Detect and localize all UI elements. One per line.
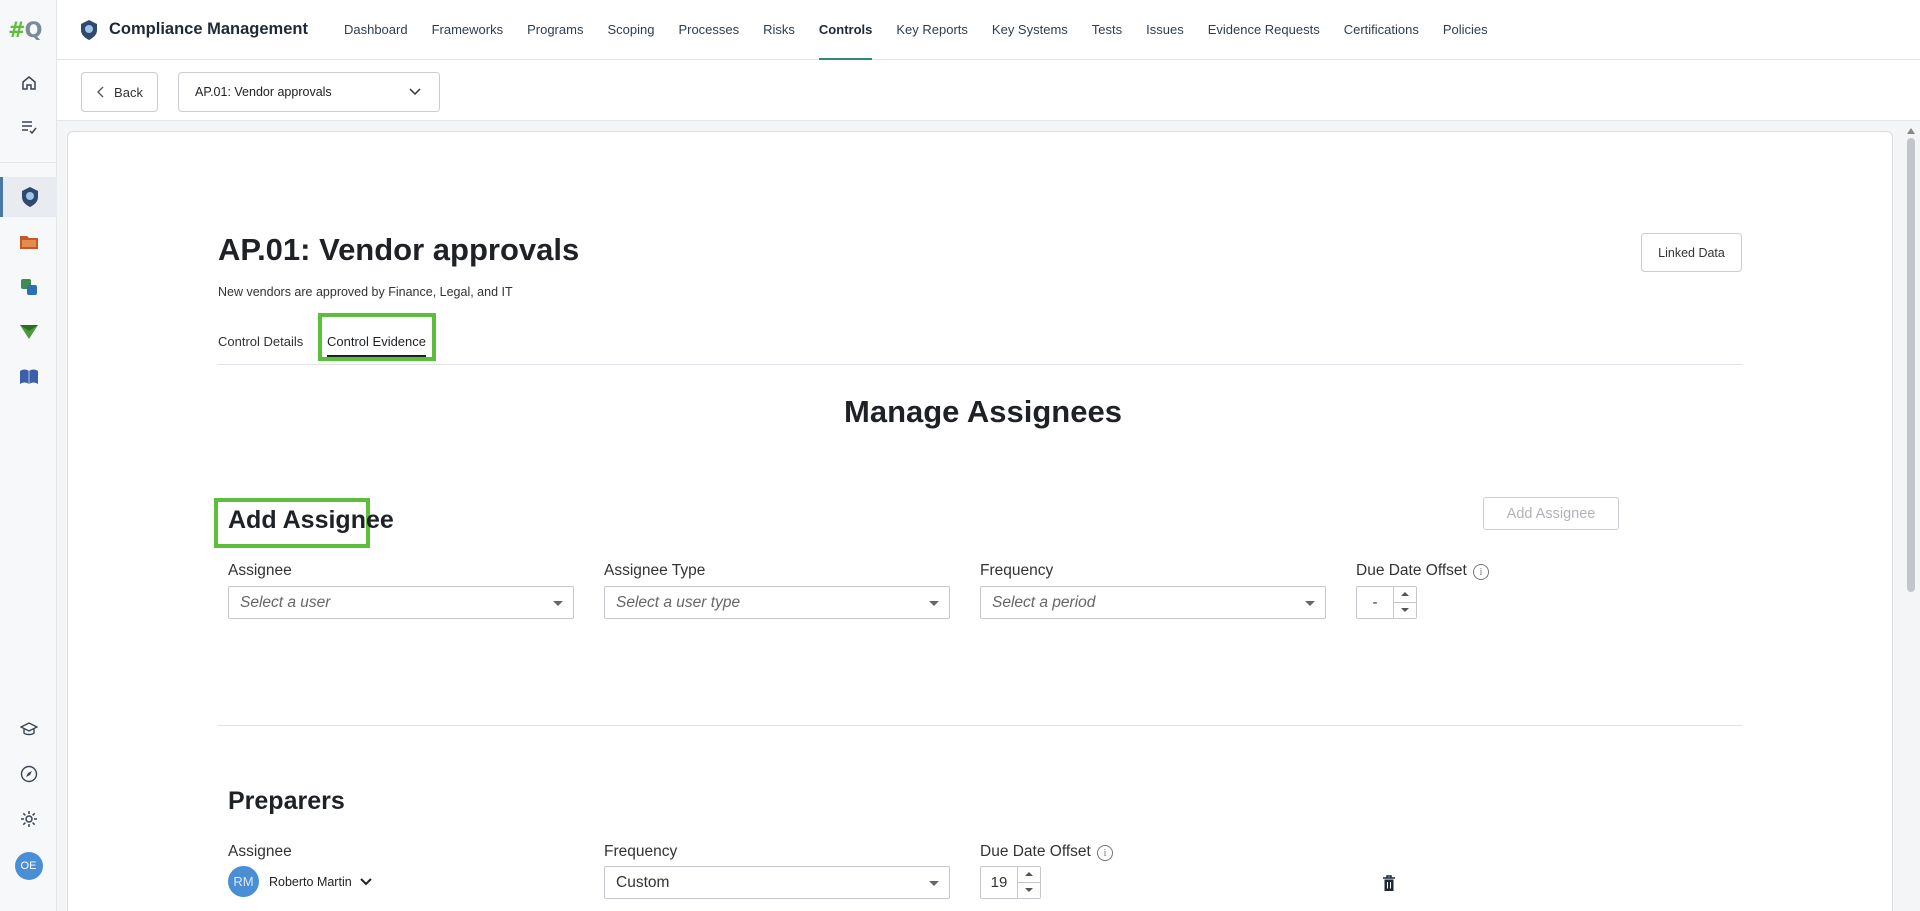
info-icon[interactable]: i <box>1473 564 1489 580</box>
info-icon[interactable]: i <box>1097 845 1113 861</box>
nav-controls[interactable]: Controls <box>818 0 873 60</box>
caret-down-icon <box>929 881 939 886</box>
nav-certifications[interactable]: Certifications <box>1344 0 1419 60</box>
scroll-up-arrow-icon[interactable] <box>1907 128 1915 134</box>
send-icon[interactable] <box>0 312 57 352</box>
nav-issues[interactable]: Issues <box>1146 0 1184 60</box>
app-title: Compliance Management <box>109 20 308 38</box>
compliance-badge-icon <box>81 19 97 40</box>
add-assignee-button[interactable]: Add Assignee <box>1483 497 1619 530</box>
stepper-down-icon[interactable] <box>1401 608 1409 612</box>
preparer-name: Roberto Martin <box>269 874 352 889</box>
compliance-badge-icon[interactable] <box>0 177 57 217</box>
nav-key-systems[interactable]: Key Systems <box>992 0 1068 60</box>
tab-highlight-box <box>318 313 436 361</box>
nav-frameworks[interactable]: Frameworks <box>432 0 504 60</box>
user-avatar[interactable]: OE <box>0 846 57 886</box>
assignee-select[interactable]: Select a user <box>228 586 574 619</box>
top-navigation: Compliance Management Dashboard Framewor… <box>57 0 1920 60</box>
stepper-up-icon[interactable] <box>1401 592 1409 596</box>
nav-risks[interactable]: Risks <box>763 0 795 60</box>
compass-icon[interactable] <box>0 754 57 794</box>
folder-icon[interactable] <box>0 222 57 262</box>
caret-down-icon <box>553 601 563 606</box>
preparers-heading: Preparers <box>228 787 345 815</box>
assignee-type-select[interactable]: Select a user type <box>604 586 950 619</box>
nav-scoping[interactable]: Scoping <box>607 0 654 60</box>
book-icon[interactable] <box>0 357 57 397</box>
delete-trash-icon[interactable] <box>1382 875 1396 892</box>
caret-down-icon <box>929 601 939 606</box>
add-assignee-heading: Add Assignee <box>228 506 394 534</box>
frequency-label: Frequency <box>980 562 1054 579</box>
stepper-down-icon[interactable] <box>1025 888 1033 892</box>
home-icon[interactable] <box>0 63 57 103</box>
learning-icon[interactable] <box>0 709 57 749</box>
settings-gear-icon[interactable] <box>0 799 57 839</box>
control-selector[interactable]: AP.01: Vendor approvals <box>178 72 440 112</box>
nav-programs[interactable]: Programs <box>527 0 583 60</box>
avatar: RM <box>228 866 259 897</box>
frequency-select[interactable]: Select a period <box>980 586 1326 619</box>
nav-dashboard[interactable]: Dashboard <box>344 0 408 60</box>
sync-icon[interactable] <box>0 267 57 307</box>
tab-control-details[interactable]: Control Details <box>218 317 303 365</box>
left-rail: #Q OE <box>0 0 57 911</box>
manage-assignees-title: Manage Assignees <box>844 394 1122 429</box>
section-divider <box>218 725 1742 726</box>
control-description: New vendors are approved by Finance, Leg… <box>218 285 513 299</box>
preparer-frequency-select[interactable]: Custom <box>604 866 950 899</box>
linked-data-button[interactable]: Linked Data <box>1641 233 1742 272</box>
back-button[interactable]: Back <box>81 72 158 112</box>
chevron-left-icon <box>97 86 104 98</box>
preparer-assignee[interactable]: RM Roberto Martin <box>228 866 372 897</box>
brand: Compliance Management <box>79 19 308 41</box>
control-tabs: Control Details Control Evidence <box>218 313 1742 365</box>
control-title: AP.01: Vendor approvals <box>218 232 580 267</box>
nav-evidence-requests[interactable]: Evidence Requests <box>1208 0 1320 60</box>
tasks-icon[interactable] <box>0 107 57 147</box>
page-scrollbar[interactable] <box>1904 128 1918 911</box>
chevron-down-icon <box>359 877 372 885</box>
control-card: AP.01: Vendor approvals New vendors are … <box>67 131 1893 911</box>
assignee-label: Assignee <box>228 562 292 579</box>
nav-tests[interactable]: Tests <box>1092 0 1122 60</box>
assignee-type-label: Assignee Type <box>604 562 706 579</box>
due-date-offset-label: Due Date Offset <box>1356 562 1467 579</box>
nav-policies[interactable]: Policies <box>1443 0 1488 60</box>
preparer-offset-label: Due Date Offset <box>980 843 1091 860</box>
stepper-up-icon[interactable] <box>1025 872 1033 876</box>
scroll-thumb[interactable] <box>1907 138 1915 592</box>
app-logo[interactable]: #Q <box>8 18 48 44</box>
chevron-down-icon <box>409 88 421 96</box>
due-date-offset-stepper[interactable]: - <box>1356 586 1417 619</box>
sub-toolbar: Back AP.01: Vendor approvals <box>57 60 1920 121</box>
preparer-offset-stepper[interactable]: 19 <box>980 866 1041 899</box>
caret-down-icon <box>1305 601 1315 606</box>
nav-key-reports[interactable]: Key Reports <box>896 0 968 60</box>
preparer-frequency-label: Frequency <box>604 843 678 860</box>
preparer-assignee-label: Assignee <box>228 843 292 860</box>
nav-processes[interactable]: Processes <box>678 0 739 60</box>
